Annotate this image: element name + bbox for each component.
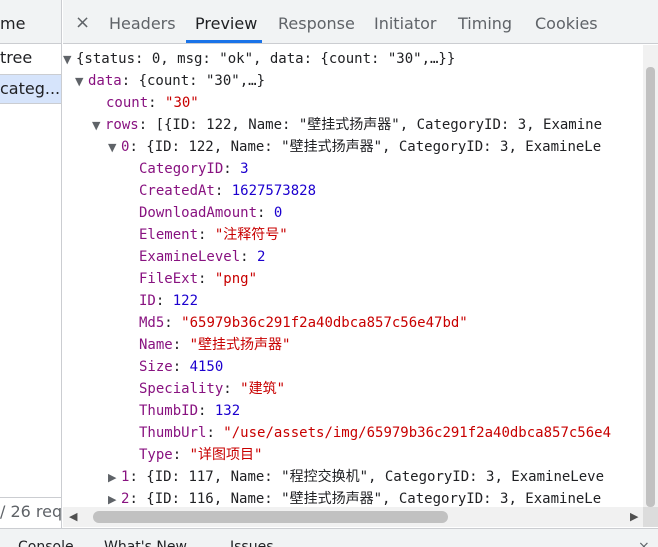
- property-value: "详图项目": [189, 447, 263, 463]
- scroll-left-arrow-icon[interactable]: ◀: [69, 510, 77, 523]
- root-summary: {status: 0, msg: "ok", data: {count: "30…: [76, 51, 456, 67]
- expanded-triangle-icon[interactable]: ▼: [108, 137, 121, 159]
- property-value: "png": [214, 271, 258, 287]
- property-key: DownloadAmount: [139, 205, 258, 221]
- tree-row-root[interactable]: ▼ {status: 0, msg: "ok", data: {count: "3…: [63, 48, 455, 70]
- vertical-scrollbar[interactable]: [643, 45, 658, 507]
- tab-initiator[interactable]: Initiator: [374, 14, 436, 33]
- field-row-type: Type: "详图项目": [139, 447, 263, 463]
- property-value: 132: [214, 403, 241, 419]
- field-row-downloadamount: DownloadAmount: 0: [139, 205, 283, 221]
- tree-row-data[interactable]: ▼ data: {count: "30",…}: [75, 70, 265, 92]
- request-row-category-selected[interactable]: categ...: [0, 74, 61, 104]
- item-summary: {ID: 117, Name: "程控交换机", CategoryID: 3, …: [146, 469, 605, 485]
- property-key: Speciality: [139, 381, 224, 397]
- property-value: 122: [172, 293, 199, 309]
- field-row-thumbid: ThumbID: 132: [139, 403, 241, 419]
- property-value: 0: [273, 205, 283, 221]
- property-value: "壁挂式扬声器": [189, 337, 291, 353]
- property-value: 4150: [189, 359, 224, 375]
- property-value: 1627573828: [231, 183, 317, 199]
- field-row-size: Size: 4150: [139, 359, 224, 375]
- item-summary: {ID: 116, Name: "壁挂式扬声器", CategoryID: 3,…: [146, 491, 602, 507]
- drawer-tab-issues[interactable]: Issues: [230, 539, 274, 547]
- field-row-examinelevel: ExamineLevel: 2: [139, 249, 266, 265]
- property-key: Name: [139, 337, 173, 353]
- drawer-close-icon[interactable]: ×: [638, 539, 650, 547]
- property-key: ThumbUrl: [139, 425, 207, 441]
- property-key: data: [88, 73, 122, 89]
- property-value: "30": [165, 95, 199, 111]
- tab-preview[interactable]: Preview: [195, 14, 257, 33]
- property-key: Md5: [139, 315, 165, 331]
- property-value: "建筑": [240, 381, 286, 397]
- collapsed-triangle-icon[interactable]: ▶: [108, 467, 121, 489]
- field-row-id: ID: 122: [139, 293, 199, 309]
- tree-row-rows[interactable]: ▼ rows: [{ID: 122, Name: "壁挂式扬声器", Catego…: [92, 114, 602, 136]
- item-summary: {ID: 122, Name: "壁挂式扬声器", CategoryID: 3,…: [146, 139, 602, 155]
- scrollbar-corner: [643, 507, 658, 527]
- horizontal-scrollbar-thumb[interactable]: [93, 511, 448, 523]
- expanded-triangle-icon[interactable]: ▼: [63, 49, 76, 71]
- json-preview-tree: ▼ {status: 0, msg: "ok", data: {count: "3…: [63, 45, 643, 507]
- property-key: CategoryID: [139, 161, 224, 177]
- property-key: count: [106, 95, 149, 111]
- property-key: Size: [139, 359, 173, 375]
- field-row-name: Name: "壁挂式扬声器": [139, 337, 291, 353]
- request-row-label: categ...: [0, 79, 61, 98]
- collapsed-triangle-icon[interactable]: ▶: [108, 489, 121, 507]
- tree-row-item-1[interactable]: ▶ 1: {ID: 117, Name: "程控交换机", CategoryID:…: [108, 466, 604, 488]
- property-key: ID: [139, 293, 156, 309]
- data-summary: {count: "30",…}: [138, 73, 266, 89]
- field-row-categoryid: CategoryID: 3: [139, 161, 249, 177]
- property-key: Element: [139, 227, 199, 243]
- field-row-md5: Md5: "65979b36c291f2a40dbca857c56e47bd": [139, 315, 468, 331]
- field-row-speciality: Speciality: "建筑": [139, 381, 286, 397]
- rows-summary: [{ID: 122, Name: "壁挂式扬声器", CategoryID: 3…: [155, 117, 603, 133]
- active-tab-indicator: [186, 40, 262, 43]
- drawer-tab-whats-new[interactable]: What's New: [104, 539, 187, 547]
- field-row-thumburl: ThumbUrl: "/use/assets/img/65979b36c291f…: [139, 425, 612, 441]
- request-count-status: / 26 requ: [0, 497, 61, 527]
- property-key: ExamineLevel: [139, 249, 241, 265]
- property-value: "注释符号": [214, 227, 288, 243]
- request-row-tree[interactable]: tree: [0, 44, 61, 74]
- expanded-triangle-icon[interactable]: ▼: [75, 71, 88, 93]
- scroll-right-arrow-icon[interactable]: ▶: [630, 510, 638, 523]
- property-value: 2: [257, 249, 266, 265]
- tree-row-count: count: "30": [106, 95, 199, 111]
- request-list-name-column[interactable]: me: [0, 14, 25, 33]
- drawer-tab-bar: Console What's New Issues ×: [0, 528, 658, 547]
- details-tab-bar: × Headers Preview Response Initiator Tim…: [63, 0, 658, 44]
- tab-cookies[interactable]: Cookies: [535, 14, 598, 33]
- tree-row-item-0[interactable]: ▼ 0: {ID: 122, Name: "壁挂式扬声器", CategoryID…: [108, 136, 601, 158]
- request-list-header[interactable]: me: [0, 0, 61, 44]
- property-key: CreatedAt: [139, 183, 215, 199]
- horizontal-scrollbar[interactable]: ◀ ▶: [63, 507, 643, 527]
- tab-headers[interactable]: Headers: [109, 14, 176, 33]
- property-value: "/use/assets/img/65979b36c291f2a40dbca85…: [223, 425, 612, 441]
- property-key: FileExt: [139, 271, 199, 287]
- tab-timing[interactable]: Timing: [458, 14, 512, 33]
- field-row-fileext: FileExt: "png": [139, 271, 258, 287]
- drawer-tab-console[interactable]: Console: [18, 539, 74, 547]
- tab-response[interactable]: Response: [278, 14, 355, 33]
- property-key: rows: [105, 117, 139, 133]
- property-key: Type: [139, 447, 173, 463]
- request-list-panel: me tree categ... / 26 requ: [0, 0, 62, 547]
- property-key: ThumbID: [139, 403, 199, 419]
- expanded-triangle-icon[interactable]: ▼: [92, 115, 105, 137]
- tree-row-item-2[interactable]: ▶ 2: {ID: 116, Name: "壁挂式扬声器", CategoryID…: [108, 488, 601, 507]
- request-row-label: tree: [0, 48, 33, 67]
- property-value: 3: [240, 161, 249, 177]
- field-row-element: Element: "注释符号": [139, 227, 288, 243]
- close-icon[interactable]: ×: [75, 12, 90, 33]
- vertical-scrollbar-thumb[interactable]: [646, 67, 655, 507]
- field-row-createdat: CreatedAt: 1627573828: [139, 183, 317, 199]
- property-value: "65979b36c291f2a40dbca857c56e47bd": [181, 315, 468, 331]
